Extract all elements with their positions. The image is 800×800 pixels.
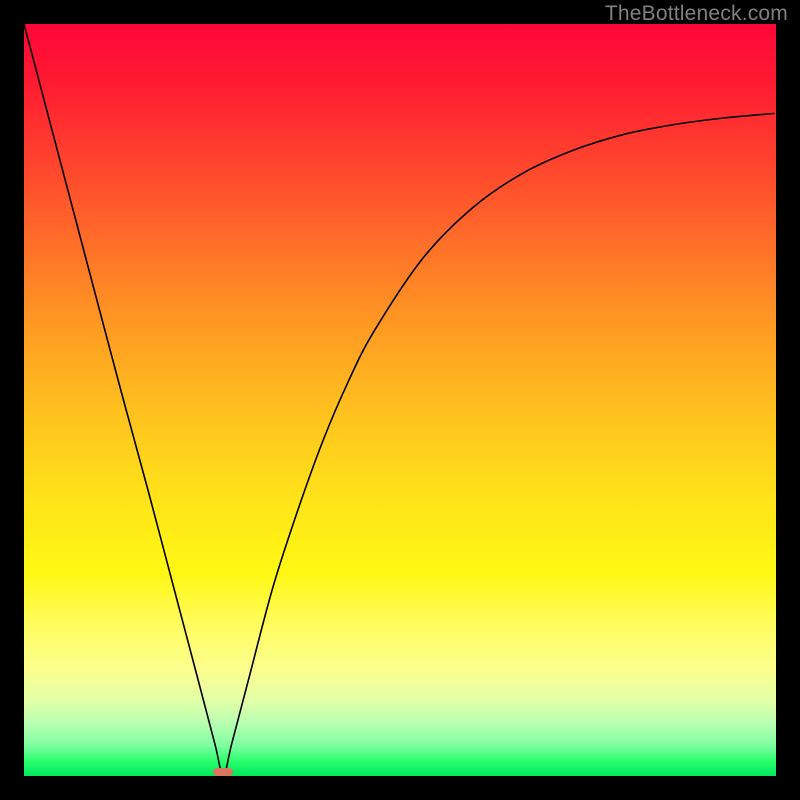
plot-area xyxy=(24,24,776,776)
watermark-text: TheBottleneck.com xyxy=(605,2,788,26)
minimum-marker xyxy=(213,768,233,776)
chart-frame: TheBottleneck.com xyxy=(0,0,800,800)
curve-svg xyxy=(24,24,776,776)
bottleneck-curve-path xyxy=(24,24,774,776)
